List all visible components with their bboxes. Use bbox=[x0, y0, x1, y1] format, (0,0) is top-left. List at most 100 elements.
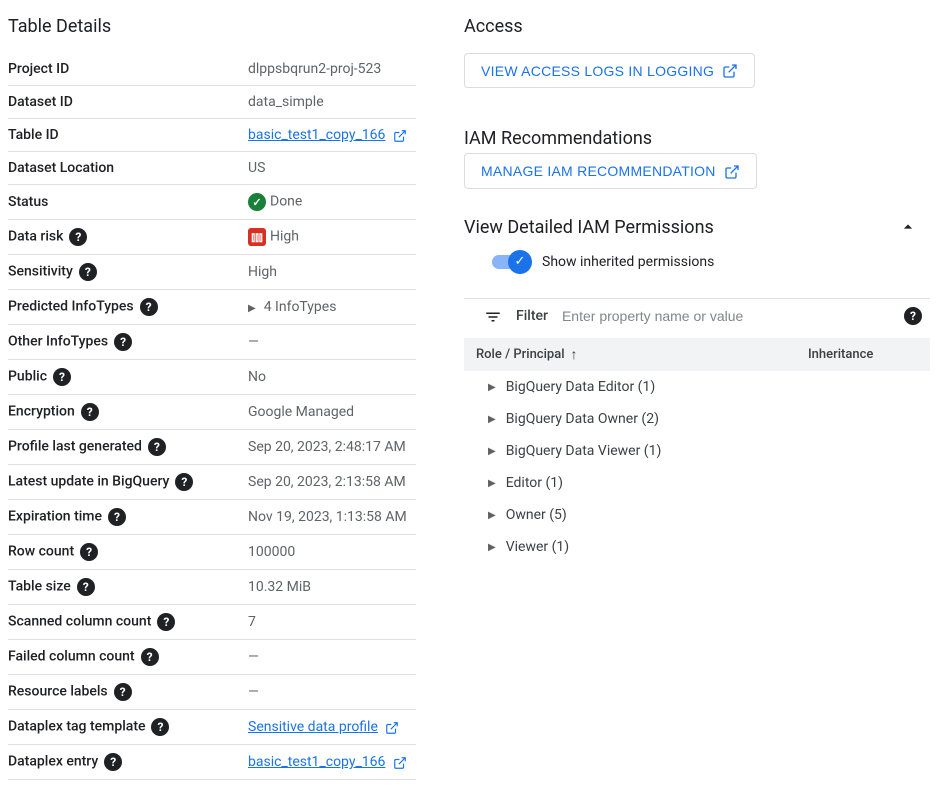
iam-row-viewer[interactable]: ▶ Viewer (1) bbox=[464, 531, 930, 563]
filter-input[interactable] bbox=[562, 308, 884, 324]
external-link-icon bbox=[722, 62, 738, 79]
label-expiration-time: Expiration time bbox=[8, 509, 102, 525]
show-inherited-toggle[interactable]: ✓ bbox=[492, 255, 528, 269]
row-dataplex-tag-template: Dataplex tag template? Sensitive data pr… bbox=[8, 710, 416, 745]
link-dataplex-tag-template[interactable]: Sensitive data profile bbox=[248, 719, 378, 735]
row-dataplex-entry: Dataplex entry? basic_test1_copy_166 bbox=[8, 745, 416, 780]
iam-row-label: Viewer (1) bbox=[506, 539, 569, 555]
label-profile-last-generated: Profile last generated bbox=[8, 439, 142, 455]
label-row-count: Row count bbox=[8, 544, 74, 560]
row-data-risk: Data risk? ⫾⫾⫾High bbox=[8, 220, 416, 255]
value-row-count: 100000 bbox=[248, 544, 295, 560]
help-icon[interactable]: ? bbox=[140, 298, 158, 316]
col-inheritance[interactable]: Inheritance bbox=[808, 347, 918, 362]
help-icon[interactable]: ? bbox=[157, 613, 175, 631]
help-icon[interactable]: ? bbox=[69, 228, 87, 246]
row-sensitivity: Sensitivity? High bbox=[8, 255, 416, 290]
value-profile-last-generated: Sep 20, 2023, 2:48:17 AM bbox=[248, 439, 406, 455]
help-icon[interactable]: ? bbox=[148, 438, 166, 456]
help-icon[interactable]: ? bbox=[141, 648, 159, 666]
row-encryption: Encryption? Google Managed bbox=[8, 395, 416, 430]
row-profile-last-generated: Profile last generated? Sep 20, 2023, 2:… bbox=[8, 430, 416, 465]
help-icon[interactable]: ? bbox=[175, 473, 193, 491]
label-failed-column-count: Failed column count bbox=[8, 649, 135, 665]
help-icon[interactable]: ? bbox=[81, 403, 99, 421]
value-scanned-column-count: 7 bbox=[248, 614, 256, 630]
filter-label: Filter bbox=[516, 308, 548, 324]
expand-arrow-icon: ▶ bbox=[488, 414, 496, 425]
col-role-principal[interactable]: Role / Principal ↑ bbox=[476, 346, 808, 363]
view-access-logs-label: View access logs in Logging bbox=[481, 63, 714, 79]
label-data-risk: Data risk bbox=[8, 229, 63, 245]
toggle-thumb: ✓ bbox=[508, 250, 532, 274]
iam-row-label: Editor (1) bbox=[506, 475, 563, 491]
value-dataset-location: US bbox=[248, 160, 265, 176]
iam-row-label: BigQuery Data Editor (1) bbox=[506, 379, 656, 395]
iam-table-header: Role / Principal ↑ Inheritance bbox=[464, 338, 930, 371]
help-icon[interactable]: ? bbox=[114, 683, 132, 701]
expand-arrow-icon[interactable]: ▶ bbox=[248, 303, 256, 314]
expand-arrow-icon: ▶ bbox=[488, 542, 496, 553]
value-table-size: 10.32 MiB bbox=[248, 579, 311, 595]
iam-detail-heading: View Detailed IAM Permissions bbox=[464, 217, 714, 238]
row-public: Public? No bbox=[8, 360, 416, 395]
row-resource-labels: Resource labels? — bbox=[8, 675, 416, 710]
help-icon[interactable]: ? bbox=[114, 333, 132, 351]
iam-detail-header[interactable]: View Detailed IAM Permissions bbox=[464, 217, 930, 238]
row-dataset-id: Dataset ID data_simple bbox=[8, 86, 416, 119]
link-dataplex-entry[interactable]: basic_test1_copy_166 bbox=[248, 754, 385, 770]
help-icon[interactable]: ? bbox=[108, 508, 126, 526]
expand-arrow-icon: ▶ bbox=[488, 446, 496, 457]
value-latest-update: Sep 20, 2023, 2:13:58 AM bbox=[248, 474, 406, 490]
row-status: Status ✓Done bbox=[8, 185, 416, 220]
label-dataplex-entry: Dataplex entry bbox=[8, 754, 98, 770]
iam-row-bq-data-viewer[interactable]: ▶BigQuery Data Viewer (1) bbox=[464, 435, 930, 467]
row-latest-update: Latest update in BigQuery? Sep 20, 2023,… bbox=[8, 465, 416, 500]
external-link-icon bbox=[393, 754, 407, 770]
external-link-icon bbox=[385, 719, 399, 735]
help-icon[interactable]: ? bbox=[77, 578, 95, 596]
iam-row-editor[interactable]: ▶Editor (1) bbox=[464, 467, 930, 499]
manage-iam-rec-label: Manage IAM Recommendation bbox=[481, 163, 716, 179]
label-project-id: Project ID bbox=[8, 61, 69, 77]
help-icon[interactable]: ? bbox=[53, 368, 71, 386]
iam-row-bq-data-editor[interactable]: ▶ BigQuery Data Editor (1) bbox=[464, 371, 930, 403]
success-icon: ✓ bbox=[248, 193, 266, 211]
label-dataset-id: Dataset ID bbox=[8, 94, 73, 110]
label-resource-labels: Resource labels bbox=[8, 684, 108, 700]
label-public: Public bbox=[8, 369, 47, 385]
help-icon[interactable]: ? bbox=[79, 263, 97, 281]
filter-icon[interactable] bbox=[484, 307, 502, 327]
manage-iam-rec-button[interactable]: Manage IAM Recommendation bbox=[464, 153, 757, 188]
value-encryption: Google Managed bbox=[248, 404, 354, 420]
row-failed-column-count: Failed column count? — bbox=[8, 640, 416, 675]
iam-rec-heading: IAM Recommendations bbox=[464, 128, 930, 149]
link-table-id[interactable]: basic_test1_copy_166 bbox=[248, 127, 385, 143]
label-latest-update: Latest update in BigQuery bbox=[8, 474, 169, 490]
iam-row-owner[interactable]: ▶Owner (5) bbox=[464, 499, 930, 531]
label-predicted-infotypes: Predicted InfoTypes bbox=[8, 299, 134, 315]
help-icon[interactable]: ? bbox=[904, 307, 922, 325]
expand-arrow-icon: ▶ bbox=[488, 382, 496, 393]
value-sensitivity: High bbox=[248, 264, 277, 280]
help-icon[interactable]: ? bbox=[80, 543, 98, 561]
row-dataset-location: Dataset Location US bbox=[8, 152, 416, 185]
value-predicted-infotypes: 4 InfoTypes bbox=[264, 299, 337, 315]
col-role-label: Role / Principal bbox=[476, 347, 565, 362]
row-expiration-time: Expiration time? Nov 19, 2023, 1:13:58 A… bbox=[8, 500, 416, 535]
iam-row-label: Owner (5) bbox=[506, 507, 567, 523]
label-status: Status bbox=[8, 194, 48, 210]
label-dataplex-tag-template: Dataplex tag template bbox=[8, 719, 145, 735]
iam-row-bq-data-owner[interactable]: ▶BigQuery Data Owner (2) bbox=[464, 403, 930, 435]
value-status: Done bbox=[270, 194, 302, 210]
external-link-icon bbox=[724, 162, 740, 179]
label-encryption: Encryption bbox=[8, 404, 75, 420]
table-details: Project ID dlppsbqrun2-proj-523 Dataset … bbox=[8, 53, 416, 780]
help-icon[interactable]: ? bbox=[151, 718, 169, 736]
value-data-risk: High bbox=[270, 229, 299, 245]
help-icon[interactable]: ? bbox=[104, 753, 122, 771]
sort-ascending-icon: ↑ bbox=[571, 346, 578, 363]
value-expiration-time: Nov 19, 2023, 1:13:58 AM bbox=[248, 509, 407, 525]
row-row-count: Row count? 100000 bbox=[8, 535, 416, 570]
view-access-logs-button[interactable]: View access logs in Logging bbox=[464, 53, 755, 88]
